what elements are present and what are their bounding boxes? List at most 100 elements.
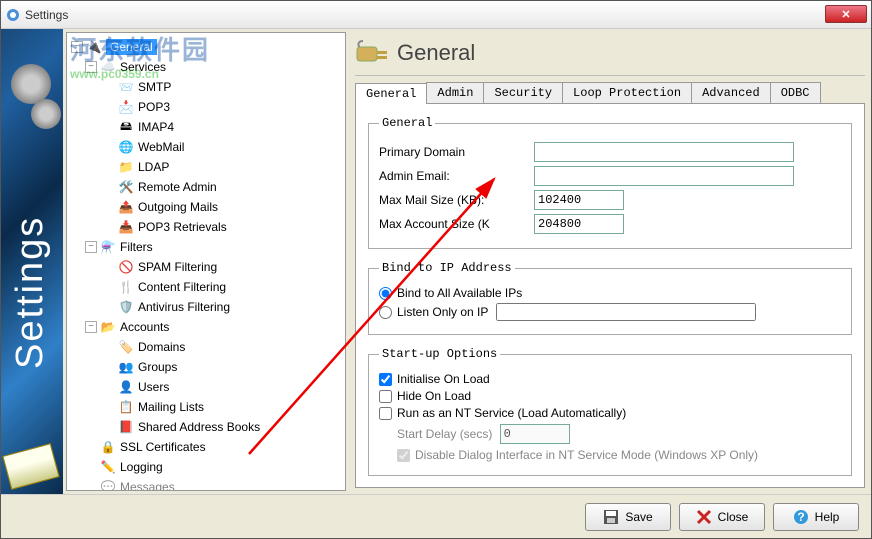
tree-panel[interactable]: − 🔌 General − ☁️ Services 📨SMTP 📩POP3 🖴I…: [66, 32, 346, 491]
shield-icon: 🛡️: [118, 299, 134, 315]
tree-item-messages[interactable]: 💬Messages: [71, 477, 341, 491]
user-icon: 👤: [118, 379, 134, 395]
tree-item-groups[interactable]: 👥Groups: [71, 357, 341, 377]
sidebar-graphic: Settings: [1, 29, 63, 494]
content-panel: General General Admin Security Loop Prot…: [349, 29, 871, 494]
folder-icon: 📁: [118, 159, 134, 175]
save-label: Save: [625, 510, 652, 524]
radio-listen-ip[interactable]: [379, 306, 392, 319]
tree-item-spam[interactable]: 🚫SPAM Filtering: [71, 257, 341, 277]
group-icon: 👥: [118, 359, 134, 375]
label-max-account: Max Account Size (K: [379, 217, 534, 231]
fieldset-bind: Bind to IP Address Bind to All Available…: [368, 261, 852, 335]
title-bar: Settings ✕: [1, 1, 871, 29]
book-icon: 📕: [118, 419, 134, 435]
radio-bind-all[interactable]: [379, 287, 392, 300]
gear-icon: [31, 99, 61, 129]
check-nt-service[interactable]: [379, 407, 392, 420]
tree-group-filters[interactable]: − ⚗️ Filters: [71, 237, 341, 257]
plug-icon: [355, 39, 391, 67]
pencil-icon: ✏️: [100, 459, 116, 475]
envelope-icon: [2, 443, 59, 490]
check-initialise[interactable]: [379, 373, 392, 386]
tab-general[interactable]: General: [355, 83, 427, 104]
tree-item-users[interactable]: 👤Users: [71, 377, 341, 397]
globe-icon: 🌐: [118, 139, 134, 155]
tab-advanced[interactable]: Advanced: [691, 82, 771, 103]
tab-security[interactable]: Security: [483, 82, 563, 103]
tree-item-content-filter[interactable]: 🍴Content Filtering: [71, 277, 341, 297]
check-hide[interactable]: [379, 390, 392, 403]
tree-label: Filters: [120, 240, 153, 254]
tree-item-smtp[interactable]: 📨SMTP: [71, 77, 341, 97]
label-admin-email: Admin Email:: [379, 169, 534, 183]
tree-item-webmail[interactable]: 🌐WebMail: [71, 137, 341, 157]
label-initialise: Initialise On Load: [397, 372, 490, 386]
label-primary-domain: Primary Domain: [379, 145, 534, 159]
tree-item-imap4[interactable]: 🖴IMAP4: [71, 117, 341, 137]
tree-item-antivirus[interactable]: 🛡️Antivirus Filtering: [71, 297, 341, 317]
input-primary-domain[interactable]: [534, 142, 794, 162]
mail-icon: 📨: [118, 79, 134, 95]
domain-icon: 🏷️: [118, 339, 134, 355]
svg-text:?: ?: [797, 510, 804, 524]
input-listen-ip[interactable]: [496, 303, 756, 321]
legend-startup: Start-up Options: [379, 347, 500, 361]
server-icon: 🖴: [118, 119, 134, 135]
label-bind-all: Bind to All Available IPs: [397, 286, 522, 300]
tree-item-pop3[interactable]: 📩POP3: [71, 97, 341, 117]
help-button[interactable]: ? Help: [773, 503, 859, 531]
tree-label: General: [106, 39, 157, 55]
tree-item-domains[interactable]: 🏷️Domains: [71, 337, 341, 357]
footer-bar: Save Close ? Help: [1, 494, 871, 538]
input-max-account[interactable]: [534, 214, 624, 234]
window-close-button[interactable]: ✕: [825, 5, 867, 23]
tree-group-services[interactable]: − ☁️ Services: [71, 57, 341, 77]
tree-item-outgoing[interactable]: 📤Outgoing Mails: [71, 197, 341, 217]
input-max-mail[interactable]: [534, 190, 624, 210]
tree-item-mailing-lists[interactable]: 📋Mailing Lists: [71, 397, 341, 417]
fieldset-startup: Start-up Options Initialise On Load Hide…: [368, 347, 852, 476]
tree-item-shared-books[interactable]: 📕Shared Address Books: [71, 417, 341, 437]
tree-item-remote-admin[interactable]: 🛠️Remote Admin: [71, 177, 341, 197]
label-max-mail: Max Mail Size (KB):: [379, 193, 534, 207]
collapse-icon[interactable]: −: [85, 241, 97, 253]
panel-header: General: [355, 35, 865, 76]
help-label: Help: [815, 510, 840, 524]
input-start-delay: [500, 424, 570, 444]
close-label: Close: [718, 510, 749, 524]
spam-icon: 🚫: [118, 259, 134, 275]
msg-icon: 💬: [100, 479, 116, 491]
collapse-icon[interactable]: −: [85, 321, 97, 333]
close-button[interactable]: Close: [679, 503, 765, 531]
check-disable-dialog: [397, 449, 410, 462]
tab-loop-protection[interactable]: Loop Protection: [562, 82, 692, 103]
tree-item-pop3-retrievals[interactable]: 📥POP3 Retrievals: [71, 217, 341, 237]
tree-group-accounts[interactable]: − 📂 Accounts: [71, 317, 341, 337]
tree-item-ssl[interactable]: 🔒SSL Certificates: [71, 437, 341, 457]
tab-odbc[interactable]: ODBC: [770, 82, 821, 103]
collapse-icon[interactable]: −: [85, 61, 97, 73]
mail-icon: 📩: [118, 99, 134, 115]
label-start-delay: Start Delay (secs): [397, 427, 492, 441]
filter-icon: ⚗️: [100, 239, 116, 255]
window-title: Settings: [25, 8, 68, 22]
label-listen-ip: Listen Only on IP: [397, 305, 488, 319]
input-admin-email[interactable]: [534, 166, 794, 186]
label-nt-service: Run as an NT Service (Load Automatically…: [397, 406, 626, 420]
tree-item-logging[interactable]: ✏️Logging: [71, 457, 341, 477]
tree-label: Accounts: [120, 320, 169, 334]
lock-icon: 🔒: [100, 439, 116, 455]
sidebar-label: Settings: [9, 216, 52, 369]
tree-root-general[interactable]: − 🔌 General: [71, 37, 341, 57]
save-button[interactable]: Save: [585, 503, 671, 531]
collapse-icon[interactable]: −: [71, 41, 83, 53]
tree-item-ldap[interactable]: 📁LDAP: [71, 157, 341, 177]
plug-icon: 🔌: [86, 39, 102, 55]
tab-admin[interactable]: Admin: [426, 82, 484, 103]
tab-bar: General Admin Security Loop Protection A…: [355, 82, 865, 104]
label-hide: Hide On Load: [397, 389, 471, 403]
help-icon: ?: [793, 509, 809, 525]
outbox-icon: 📤: [118, 199, 134, 215]
inbox-icon: 📥: [118, 219, 134, 235]
